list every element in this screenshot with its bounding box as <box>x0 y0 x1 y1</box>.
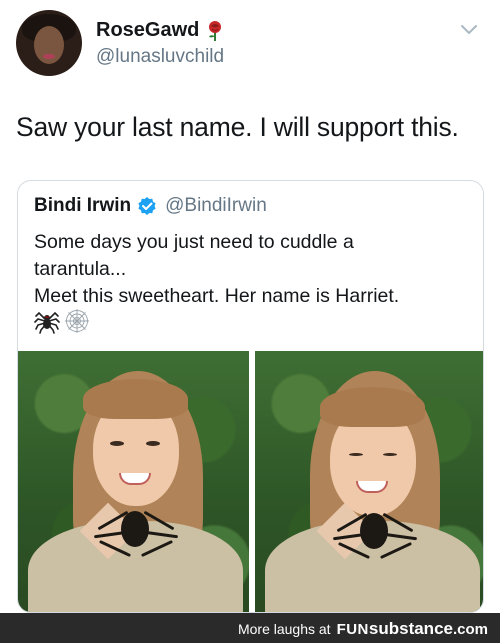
photo-eye <box>348 453 363 456</box>
photo-eye <box>146 441 160 446</box>
footer-caption: More laughs at <box>237 621 331 637</box>
tarantula <box>359 513 388 549</box>
brand-substance: substance <box>368 619 453 638</box>
photo-bangs <box>83 379 188 419</box>
site-footer: More laughs at FUN substance .com <box>0 613 500 643</box>
brand-fun: FUN <box>336 620 369 638</box>
tweet-photo[interactable] <box>254 351 483 612</box>
quoted-handle: @BindiIrwin <box>165 195 267 216</box>
tarantula <box>121 511 149 547</box>
author-handle[interactable]: @lunasluvchild <box>96 46 224 68</box>
author-row: RoseGawd <box>96 19 225 42</box>
avatar[interactable] <box>16 10 82 76</box>
tweet-text: Saw your last name. I will support this. <box>16 112 459 142</box>
tweet-photo[interactable] <box>18 351 249 612</box>
spider-icon <box>34 308 60 334</box>
brand-tld: .com <box>452 620 488 638</box>
photo-bangs <box>319 387 425 427</box>
quoted-tweet-text: Some days you just need to cuddle a tara… <box>34 229 399 310</box>
rose-icon <box>205 20 225 42</box>
quoted-text-line: Meet this sweetheart. Her name is Harrie… <box>34 285 400 307</box>
tweet-card: RoseGawd @lunasluvchild Saw your last na… <box>0 0 500 613</box>
footer-credit[interactable]: More laughs at FUN substance .com <box>238 619 488 639</box>
photo-eye <box>110 441 124 446</box>
spider-web-icon <box>64 308 90 334</box>
author-display-name[interactable]: RoseGawd <box>96 19 199 42</box>
quoted-author-row: Bindi Irwin @BindiIrwin <box>34 195 267 217</box>
chevron-down-icon[interactable] <box>459 22 479 38</box>
quoted-display-name: Bindi Irwin <box>34 195 132 216</box>
emoji-row <box>34 308 90 334</box>
avatar-lips <box>43 54 55 59</box>
quoted-text-line: Some days you just need to cuddle a <box>34 231 354 253</box>
photo-grid <box>18 351 483 612</box>
quoted-tweet[interactable]: Bindi Irwin @BindiIrwin Some days you ju… <box>17 180 484 613</box>
verified-badge-icon <box>137 196 157 216</box>
quoted-text-line: tarantula... <box>34 258 127 280</box>
photo-eye <box>382 453 397 456</box>
